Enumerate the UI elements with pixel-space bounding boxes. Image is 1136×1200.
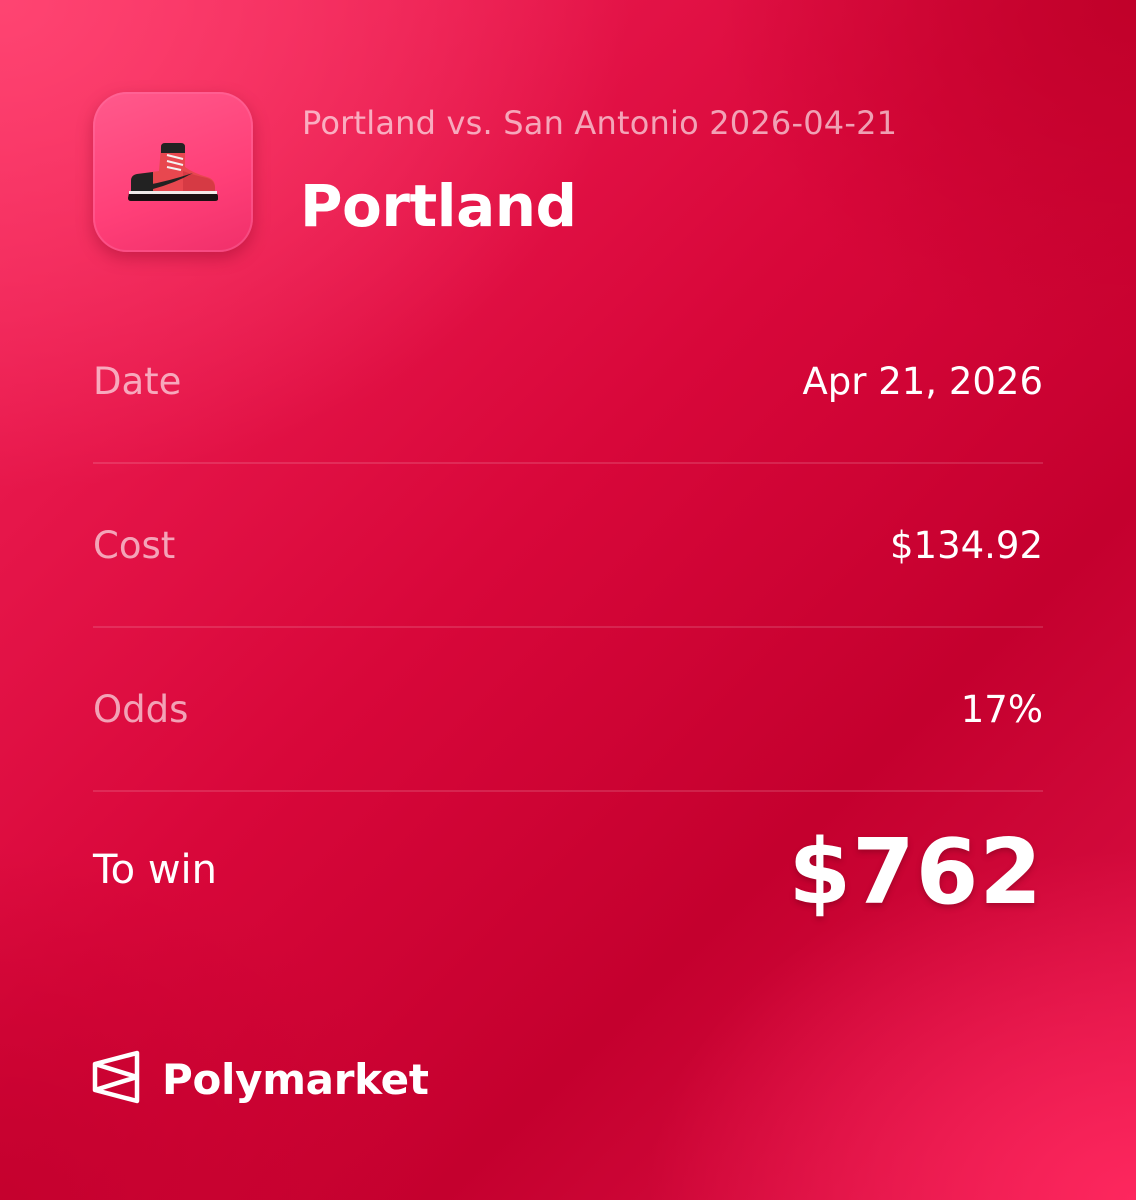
market-title: Portland vs. San Antonio 2026-04-21 [302, 104, 898, 142]
to-win-value: $762 [788, 820, 1043, 925]
detail-row-date: Date Apr 21, 2026 [93, 300, 1043, 464]
sneaker-icon [93, 92, 253, 252]
detail-row-cost: Cost $134.92 [93, 464, 1043, 628]
outcome-title: Portland [300, 172, 577, 240]
bet-share-card: Portland vs. San Antonio 2026-04-21 Port… [0, 0, 1136, 1200]
odds-value: 17% [960, 688, 1043, 731]
brand: Polymarket [92, 1050, 429, 1108]
bet-details: Date Apr 21, 2026 Cost $134.92 Odds 17% … [93, 300, 1043, 972]
brand-name: Polymarket [162, 1054, 429, 1104]
date-label: Date [93, 360, 182, 403]
detail-row-to-win: To win $762 [93, 792, 1043, 972]
date-value: Apr 21, 2026 [802, 360, 1043, 403]
to-win-label: To win [93, 847, 218, 893]
detail-row-odds: Odds 17% [93, 628, 1043, 792]
odds-label: Odds [93, 688, 189, 731]
cost-label: Cost [93, 524, 176, 567]
polymarket-logo-icon [92, 1050, 140, 1108]
cost-value: $134.92 [889, 524, 1043, 567]
